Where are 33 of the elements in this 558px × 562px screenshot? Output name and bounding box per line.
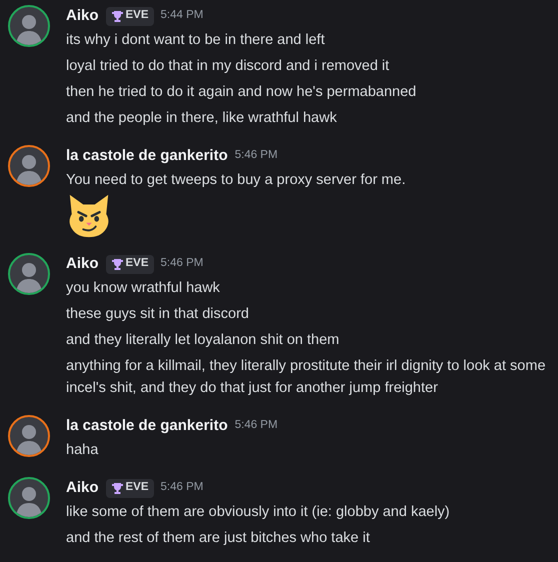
timestamp: 5:46 PM [234, 148, 278, 164]
trophy-icon [110, 10, 124, 22]
message-text: and they literally let loyalanon shit on them [66, 331, 340, 350]
avatar[interactable] [8, 477, 50, 519]
avatar[interactable] [8, 253, 50, 295]
guild-tag: EVE [106, 478, 154, 498]
trophy-icon [110, 258, 124, 270]
message-text: you know wrathful hawk [66, 279, 220, 298]
author-name[interactable]: Aiko [66, 252, 99, 276]
message-text: You need to get tweeps to buy a proxy server for me. [66, 171, 406, 190]
author-name[interactable]: la castole de gankerito [66, 414, 228, 438]
timestamp: 5:46 PM [160, 256, 204, 272]
guild-tag: EVE [106, 6, 154, 26]
message-text: its why i dont want to be in there and left [66, 31, 325, 50]
message-text: and the rest of them are just bitches who take it [66, 529, 370, 548]
message-text: loyal tried to do that in my discord and i removed it [66, 57, 390, 76]
author-name[interactable]: Aiko [66, 4, 99, 28]
message-text: then he tried to do it again and now he's permabanned [66, 83, 416, 102]
timestamp: 5:44 PM [160, 8, 204, 24]
timestamp: 5:46 PM [234, 418, 278, 434]
author-name[interactable]: Aiko [66, 476, 99, 500]
avatar[interactable] [8, 5, 50, 47]
message-text: these guys sit in that discord [66, 305, 249, 324]
avatar[interactable] [8, 415, 50, 457]
message-text: haha [66, 441, 98, 460]
trophy-icon [110, 482, 124, 494]
author-name[interactable]: la castole de gankerito [66, 144, 228, 168]
timestamp: 5:46 PM [160, 480, 204, 496]
message-text: like some of them are obviously into it (ie: globby and kaely) [66, 503, 450, 522]
guild-tag: EVE [106, 254, 154, 274]
message-text: anything for a killmail, they literally prostitute their irl dignity to look at some incel's shit, and they do that just for another jump freighter [66, 357, 547, 398]
avatar[interactable] [8, 145, 50, 187]
message-text: and the people in there, like wrathful hawk [66, 109, 337, 128]
